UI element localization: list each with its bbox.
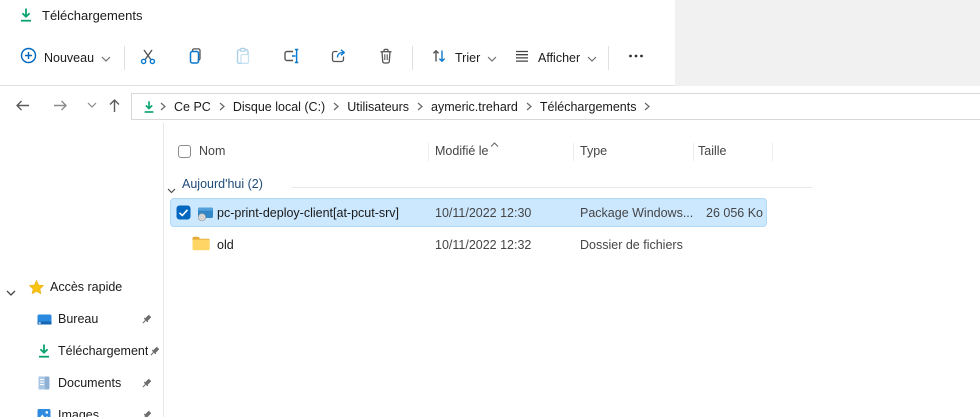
up-button[interactable] xyxy=(102,93,126,117)
column-header-name[interactable]: Nom xyxy=(199,144,225,158)
toolbar-separator xyxy=(608,46,609,70)
column-header-modified[interactable]: Modifié le xyxy=(435,144,489,158)
copy-icon xyxy=(186,46,206,71)
star-icon xyxy=(28,279,45,301)
column-separator[interactable] xyxy=(693,143,694,161)
select-all-checkbox[interactable] xyxy=(178,145,191,158)
column-header-type[interactable]: Type xyxy=(580,144,607,158)
plus-circle-icon xyxy=(20,47,37,69)
downloads-folder-icon xyxy=(18,7,34,28)
address-bar[interactable]: Ce PC Disque local (C:) Utilisateurs aym… xyxy=(131,93,980,120)
chevron-right-icon xyxy=(329,102,343,111)
group-collapse-chevron-icon[interactable] xyxy=(167,181,176,199)
file-explorer-window: Téléchargements Nouveau Trier Afficher C… xyxy=(0,0,980,417)
file-name[interactable]: old xyxy=(217,238,234,252)
trash-icon xyxy=(376,46,396,71)
sort-button[interactable]: Trier xyxy=(422,43,505,73)
navigation-bar: Ce PC Disque local (C:) Utilisateurs aym… xyxy=(0,87,980,123)
chevron-down-icon[interactable] xyxy=(6,283,16,301)
sidebar-item-quick-access[interactable]: Accès rapide xyxy=(0,276,163,300)
sidebar-divider xyxy=(163,123,164,417)
paste-button[interactable] xyxy=(227,43,259,73)
sidebar-item-label: Bureau xyxy=(58,312,99,326)
view-button[interactable]: Afficher xyxy=(505,43,605,73)
installer-package-icon xyxy=(196,204,215,228)
rename-button[interactable] xyxy=(275,43,307,73)
window-title: Téléchargements xyxy=(42,8,143,23)
delete-button[interactable] xyxy=(370,43,402,73)
sort-ascending-chevron-icon xyxy=(490,135,499,153)
pin-icon xyxy=(140,409,153,417)
column-separator[interactable] xyxy=(772,143,773,161)
breadcrumb-item[interactable]: Ce PC xyxy=(170,100,215,114)
pin-icon xyxy=(140,377,153,395)
pictures-icon xyxy=(36,407,52,417)
sidebar-item-label: Accès rapide xyxy=(50,280,123,294)
document-icon xyxy=(36,375,52,396)
column-header-size[interactable]: Taille xyxy=(698,144,727,158)
sidebar-item-label: Images xyxy=(58,408,99,417)
row-checkbox-checked[interactable] xyxy=(176,205,191,225)
sidebar-item-telechargements[interactable]: Téléchargements xyxy=(0,340,163,364)
file-type: Dossier de fichiers xyxy=(580,238,683,252)
chrome-background xyxy=(675,0,980,86)
breadcrumb-item[interactable]: aymeric.trehard xyxy=(427,100,522,114)
new-button-label: Nouveau xyxy=(44,51,95,65)
desktop-icon xyxy=(36,311,53,333)
back-button[interactable] xyxy=(10,93,34,117)
new-button[interactable]: Nouveau xyxy=(12,43,119,73)
cut-button[interactable] xyxy=(132,43,164,73)
breadcrumb-item[interactable]: Disque local (C:) xyxy=(229,100,329,114)
chevron-down-icon xyxy=(587,49,597,67)
recent-locations-chevron[interactable] xyxy=(80,93,104,117)
sort-button-label: Trier xyxy=(455,51,481,65)
view-button-label: Afficher xyxy=(538,51,581,65)
chevron-right-icon xyxy=(640,102,654,111)
clipboard-icon xyxy=(233,46,253,71)
downloads-folder-icon xyxy=(142,100,156,114)
chevron-right-icon xyxy=(413,102,427,111)
column-separator[interactable] xyxy=(573,143,574,161)
chevron-right-icon xyxy=(156,102,170,111)
share-button[interactable] xyxy=(322,43,354,73)
breadcrumb-item-current[interactable]: Téléchargements xyxy=(536,100,641,114)
copy-button[interactable] xyxy=(180,43,212,73)
file-size: 26 056 Ko xyxy=(706,206,763,220)
more-button[interactable] xyxy=(618,43,654,73)
file-modified-date: 10/11/2022 12:30 xyxy=(435,206,532,220)
pin-icon xyxy=(140,313,153,331)
group-header-label[interactable]: Aujourd'hui (2) xyxy=(182,177,263,191)
title-and-command-bar: Téléchargements Nouveau Trier Afficher xyxy=(0,0,980,86)
download-icon xyxy=(36,343,52,364)
chevron-down-icon xyxy=(101,49,111,67)
chevron-down-icon xyxy=(487,49,497,67)
pin-icon xyxy=(148,345,161,363)
scissors-icon xyxy=(138,46,158,71)
group-header-rule xyxy=(292,187,812,188)
column-separator[interactable] xyxy=(428,143,429,161)
sidebar-item-images[interactable]: Images xyxy=(0,404,163,417)
file-modified-date: 10/11/2022 12:32 xyxy=(435,238,532,252)
view-lines-icon xyxy=(513,47,531,70)
sidebar: Accès rapide Bureau Téléchargements Docu… xyxy=(0,123,163,417)
share-icon xyxy=(328,46,348,71)
sort-arrows-icon xyxy=(430,47,448,70)
folder-icon xyxy=(191,235,211,257)
file-name[interactable]: pc-print-deploy-client[at-pcut-srv] xyxy=(217,206,399,220)
chevron-right-icon xyxy=(522,102,536,111)
sidebar-item-label: Téléchargements xyxy=(58,344,148,358)
toolbar-separator xyxy=(124,46,125,70)
toolbar-separator xyxy=(412,46,413,70)
sidebar-item-bureau[interactable]: Bureau xyxy=(0,308,163,332)
sidebar-item-documents[interactable]: Documents xyxy=(0,372,163,396)
breadcrumb-item[interactable]: Utilisateurs xyxy=(343,100,413,114)
sidebar-item-label: Documents xyxy=(58,376,122,390)
rename-icon xyxy=(281,46,301,71)
chevron-right-icon xyxy=(215,102,229,111)
forward-button[interactable] xyxy=(48,93,72,117)
ellipsis-icon xyxy=(626,46,646,71)
